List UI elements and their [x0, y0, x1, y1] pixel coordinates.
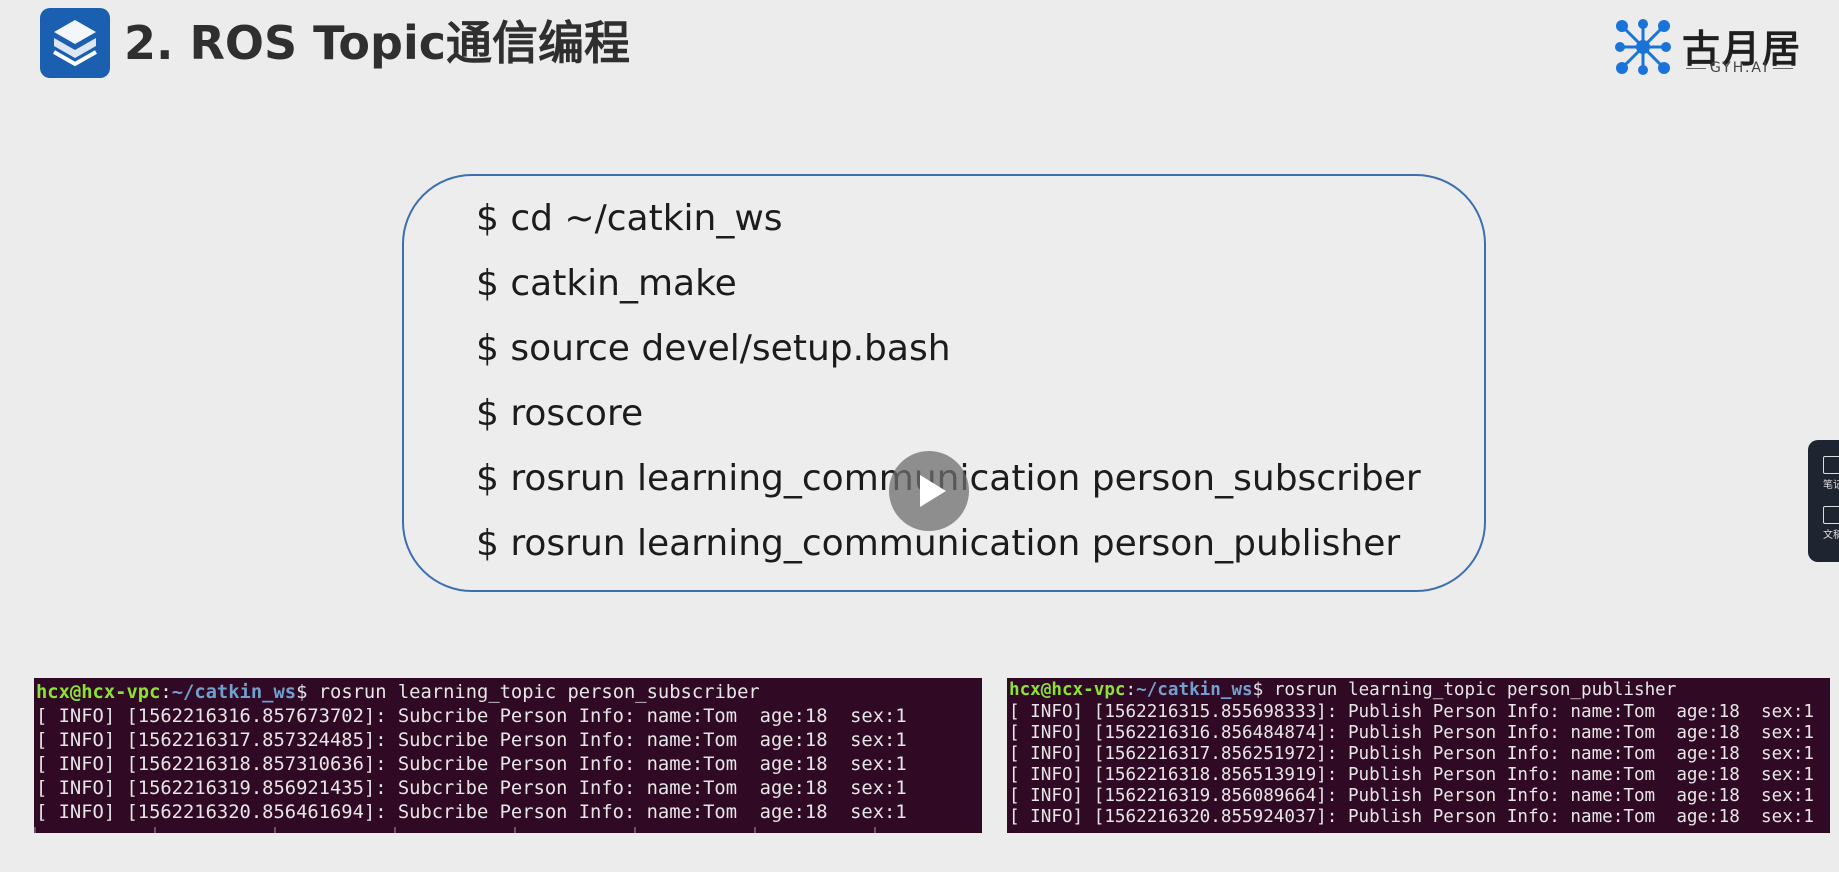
- subscriber-terminal: hcx@hcx-vpc:~/catkin_ws$ rosrun learning…: [34, 678, 982, 833]
- course-logo-icon: [40, 8, 110, 78]
- terminal-output-line: [ INFO] [1562216317.856251972]: Publish …: [1009, 744, 1815, 764]
- terminal-output-line: [ INFO] [1562216318.857310636]: Subcribe…: [36, 754, 907, 775]
- command-line: $ source devel/setup.bash: [476, 328, 951, 369]
- brand-logo: 古月居 GYH.AI: [1612, 16, 1812, 78]
- terminal-output-line: [ INFO] [1562216319.856089664]: Publish …: [1009, 786, 1815, 806]
- play-button[interactable]: [889, 451, 969, 531]
- terminal-output-line: [ INFO] [1562216316.857673702]: Subcribe…: [36, 706, 907, 727]
- command-line: $ catkin_make: [476, 263, 737, 304]
- doc-label: 文稿: [1823, 530, 1839, 541]
- slide-title: 2. ROS Topic通信编程: [124, 16, 630, 70]
- doc-button[interactable]: 文稿: [1818, 506, 1839, 541]
- brand-subtitle: GYH.AI: [1682, 60, 1797, 76]
- publisher-terminal: hcx@hcx-vpc:~/catkin_ws$ rosrun learning…: [1007, 678, 1830, 833]
- molecule-logo-icon: [1615, 19, 1671, 75]
- note-label: 笔记: [1823, 480, 1839, 491]
- terminal-output-line: [ INFO] [1562216315.855698333]: Publish …: [1009, 702, 1815, 722]
- terminal-divider: [34, 827, 982, 833]
- terminal-output-line: [ INFO] [1562216320.856461694]: Subcribe…: [36, 802, 907, 823]
- note-button[interactable]: 笔记: [1818, 456, 1839, 491]
- terminal-output-line: [ INFO] [1562216320.855924037]: Publish …: [1009, 807, 1815, 827]
- note-icon: [1823, 456, 1839, 474]
- terminal-prompt: hcx@hcx-vpc:~/catkin_ws$ rosrun learning…: [36, 682, 760, 703]
- terminal-output-line: [ INFO] [1562216316.856484874]: Publish …: [1009, 723, 1815, 743]
- terminal-output-line: [ INFO] [1562216319.856921435]: Subcribe…: [36, 778, 907, 799]
- command-line: $ roscore: [476, 393, 644, 434]
- document-icon: [1823, 506, 1839, 524]
- terminal-prompt: hcx@hcx-vpc:~/catkin_ws$ rosrun learning…: [1009, 680, 1677, 700]
- side-panel: 笔记 文稿: [1808, 440, 1839, 562]
- play-icon: [920, 475, 946, 507]
- terminal-output-line: [ INFO] [1562216317.857324485]: Subcribe…: [36, 730, 907, 751]
- command-line: $ cd ~/catkin_ws: [476, 198, 783, 239]
- terminal-output-line: [ INFO] [1562216318.856513919]: Publish …: [1009, 765, 1815, 785]
